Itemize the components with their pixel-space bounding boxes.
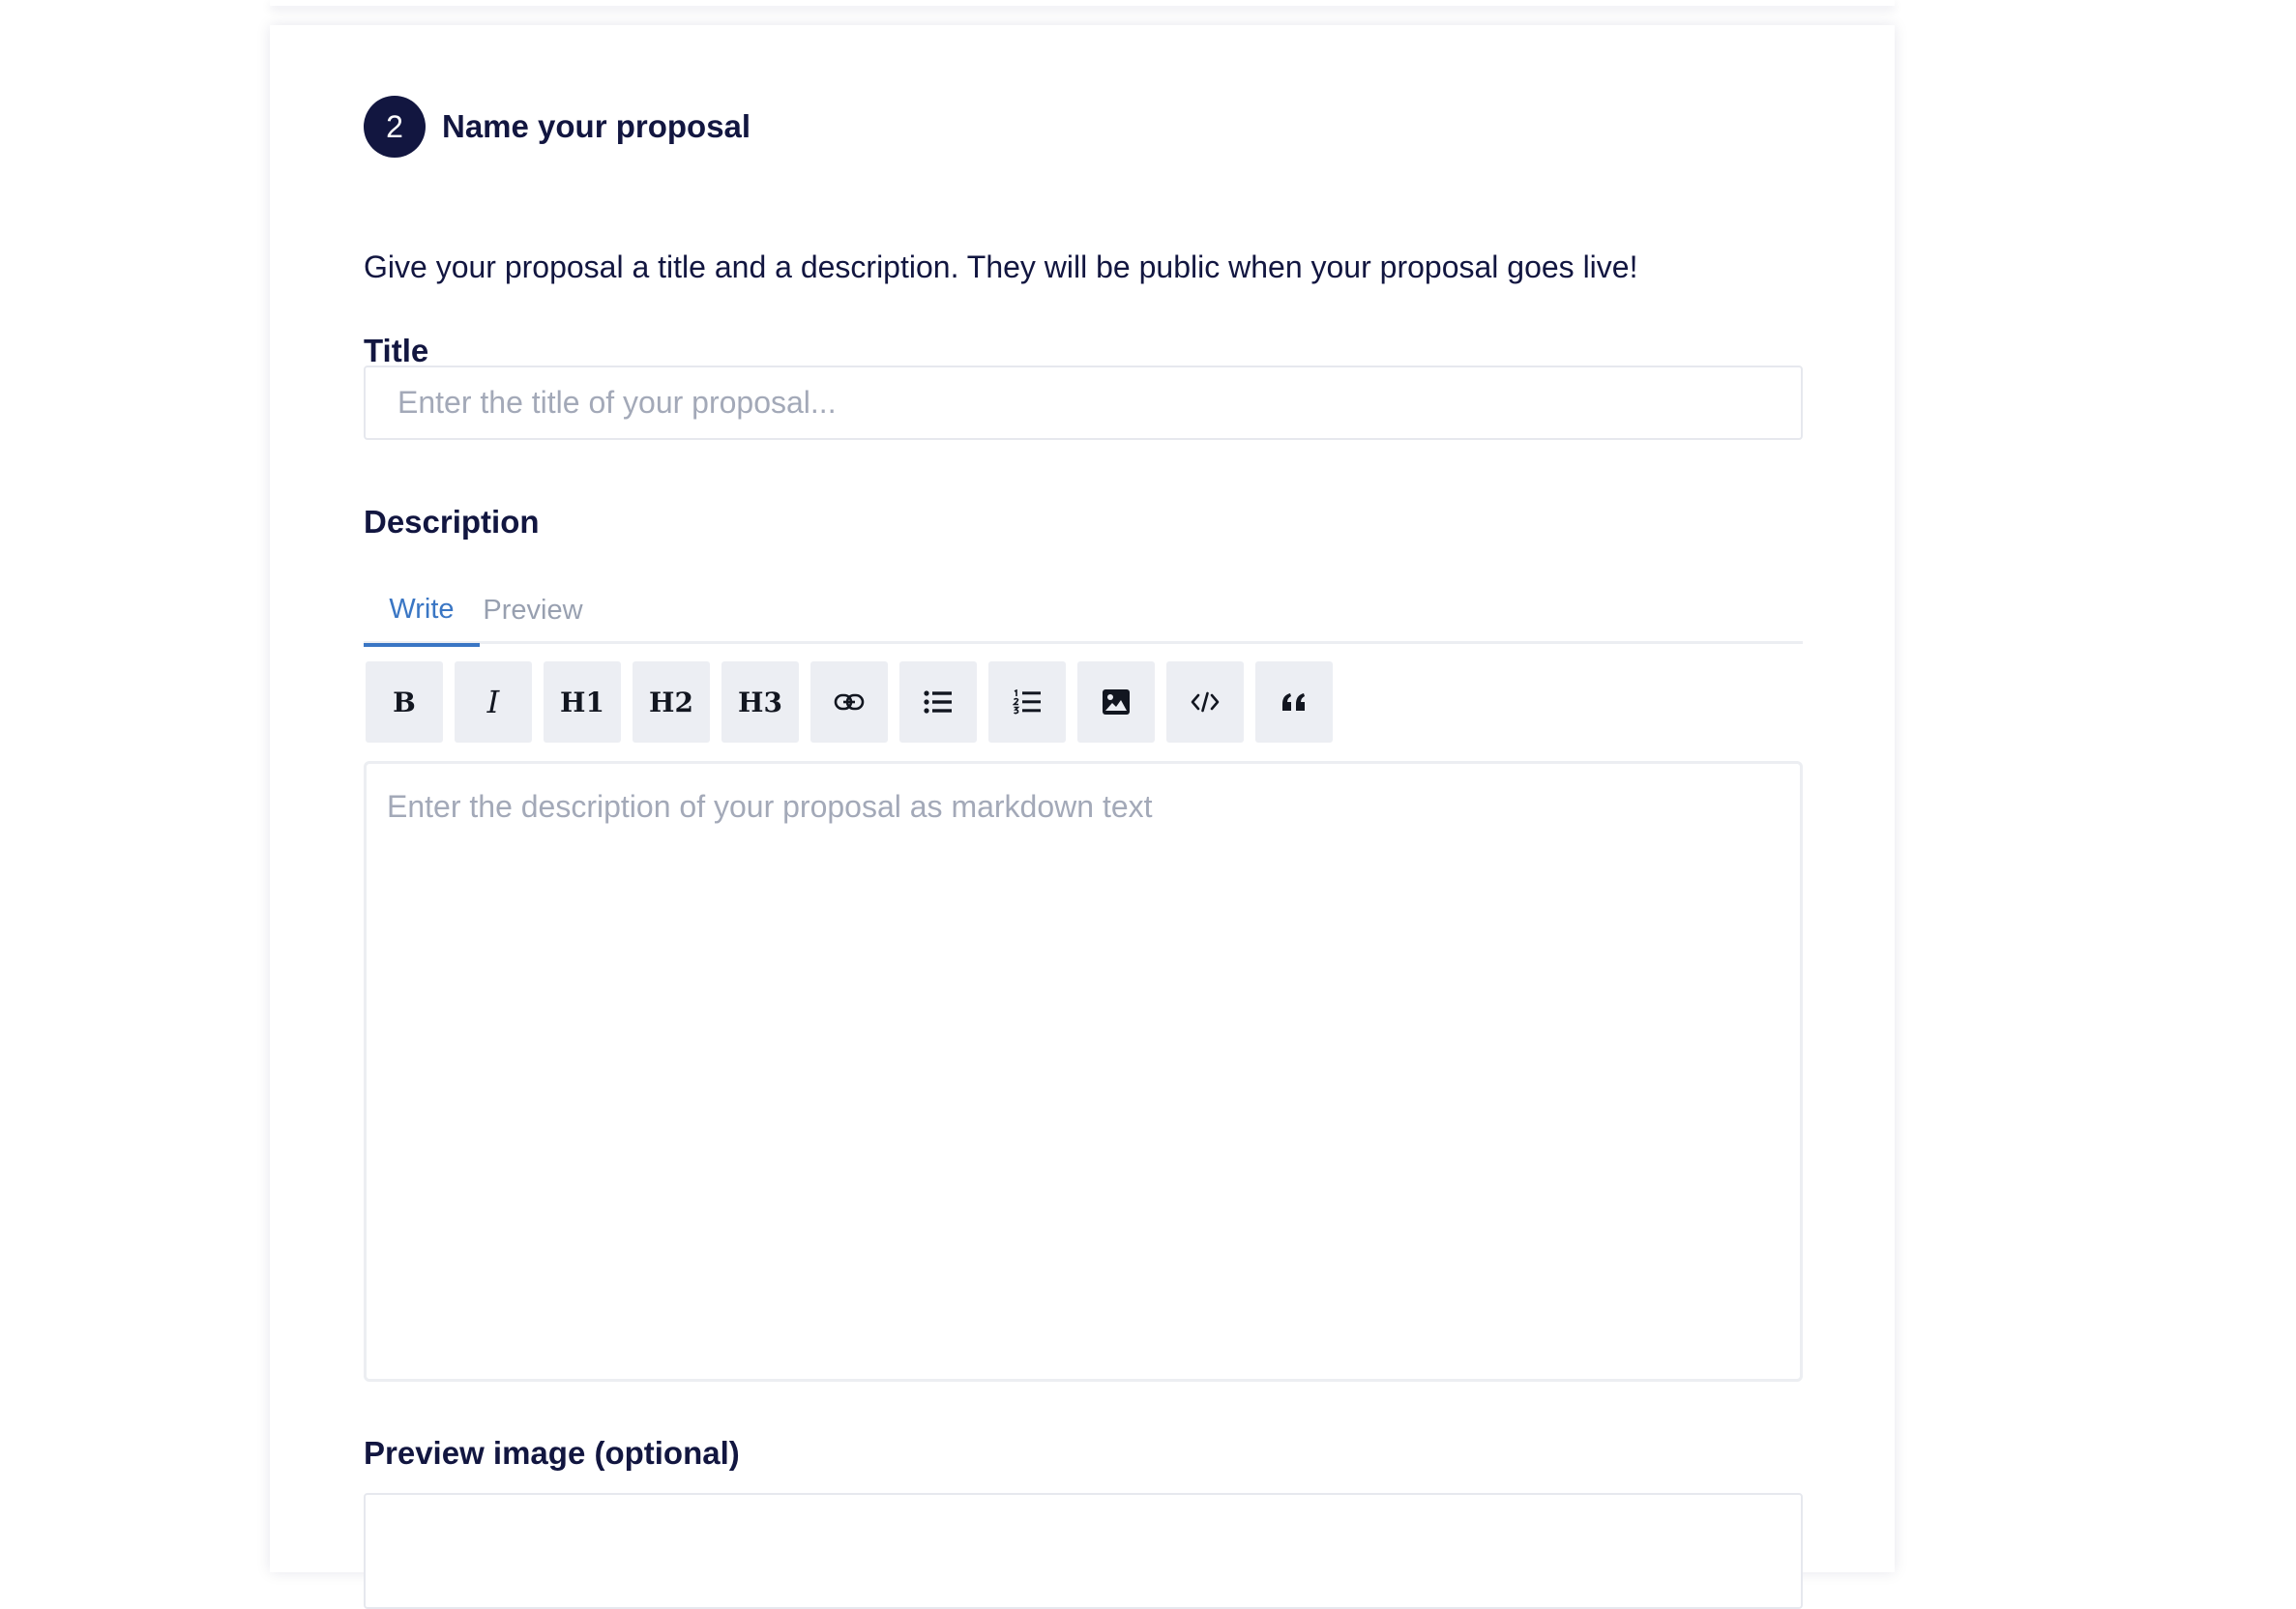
heading1-button[interactable]: H1 <box>544 661 621 743</box>
bullet-list-icon <box>924 690 952 714</box>
quote-button[interactable] <box>1255 661 1333 743</box>
link-icon <box>834 693 865 711</box>
numbered-list-button[interactable] <box>988 661 1066 743</box>
proposal-step-card: 2 Name your proposal Give your proposal … <box>270 25 1895 1609</box>
image-button[interactable] <box>1077 661 1155 743</box>
italic-button[interactable]: I <box>455 661 532 743</box>
step-number-badge: 2 <box>364 96 426 158</box>
quote-icon <box>1282 693 1305 711</box>
heading2-icon: H2 <box>649 686 693 718</box>
link-button[interactable] <box>810 661 888 743</box>
intro-text: Give your proposal a title and a descrip… <box>364 249 1638 284</box>
previous-card-edge <box>270 0 1895 6</box>
heading2-button[interactable]: H2 <box>633 661 710 743</box>
bold-button[interactable]: B <box>366 661 443 743</box>
code-button[interactable] <box>1166 661 1244 743</box>
preview-image-label: Preview image (optional) <box>364 1435 740 1471</box>
heading1-icon: H1 <box>560 686 604 718</box>
italic-icon: I <box>486 684 500 720</box>
image-icon <box>1103 689 1130 715</box>
markdown-toolbar: B I H1 H2 H3 <box>366 661 1344 743</box>
tab-write[interactable]: Write <box>364 576 480 647</box>
heading3-icon: H3 <box>738 686 782 718</box>
description-textarea[interactable] <box>364 761 1803 1382</box>
step-title: Name your proposal <box>442 108 751 144</box>
bullet-list-button[interactable] <box>899 661 977 743</box>
numbered-list-icon <box>1013 689 1041 715</box>
code-icon <box>1191 691 1220 713</box>
tab-preview[interactable]: Preview <box>480 576 586 644</box>
bold-icon: B <box>393 686 416 718</box>
editor-tabs: Write Preview <box>364 576 1803 647</box>
preview-image-upload[interactable] <box>364 1493 1803 1609</box>
title-input[interactable] <box>364 366 1803 440</box>
description-label: Description <box>364 504 540 540</box>
step-header: 2 Name your proposal <box>364 96 751 158</box>
heading3-button[interactable]: H3 <box>721 661 799 743</box>
title-label: Title <box>364 333 429 368</box>
